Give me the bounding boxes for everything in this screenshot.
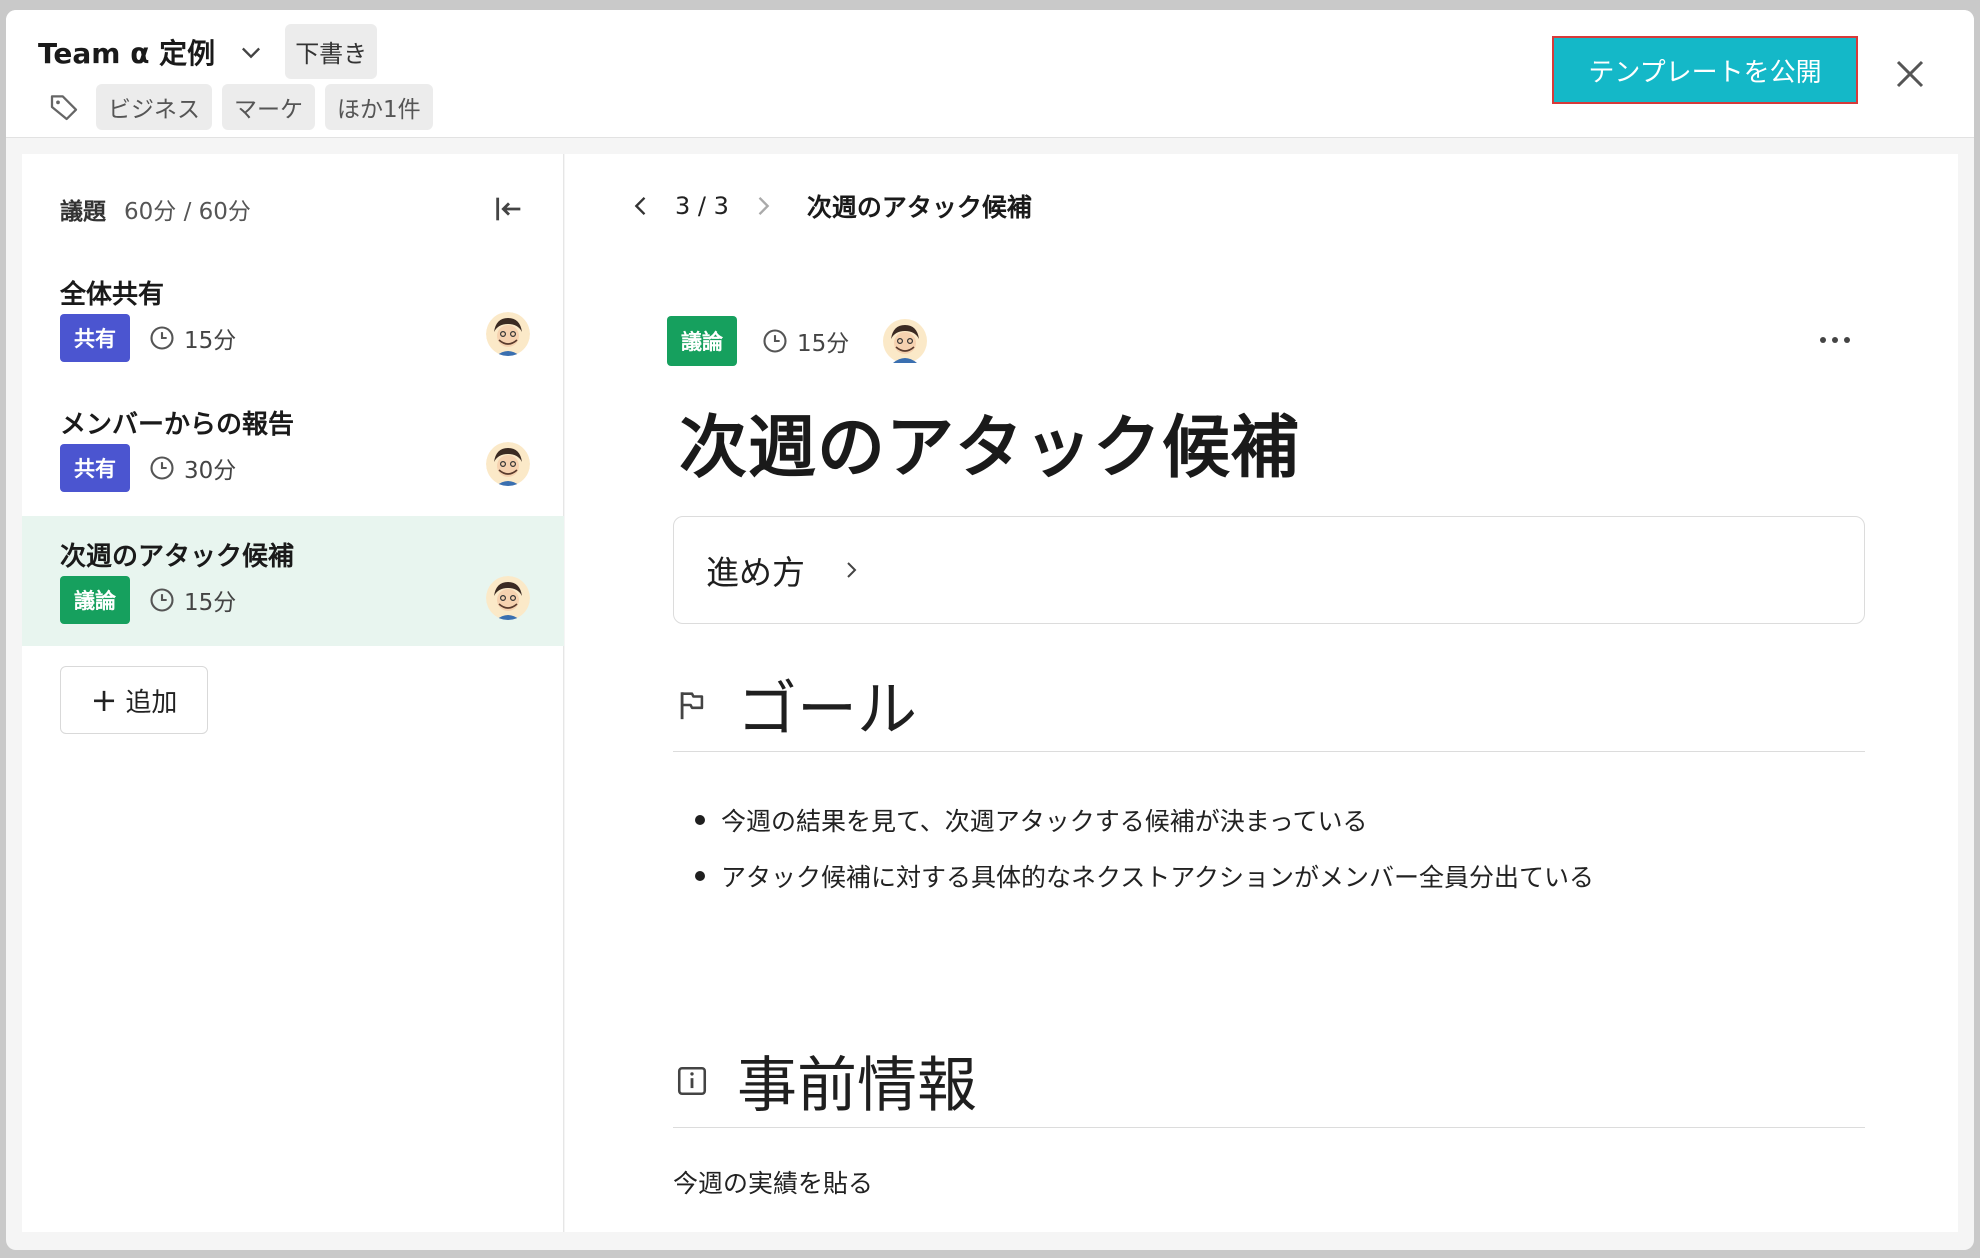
pager-title: 次週のアタック候補 xyxy=(806,193,1032,222)
pager-count: 3 / 3 xyxy=(675,192,729,220)
avatar[interactable] xyxy=(883,319,928,363)
publish-template-button[interactable]: テンプレートを公開 xyxy=(1552,36,1858,104)
agenda-item[interactable]: 全体共有 共有 15分 xyxy=(22,254,564,384)
clock-icon xyxy=(150,456,174,480)
avatar[interactable] xyxy=(486,576,530,620)
info-text[interactable]: 今週の実績を貼る xyxy=(673,1164,873,1200)
add-label: 追加 xyxy=(125,687,178,718)
collapse-left-icon[interactable] xyxy=(492,192,526,226)
tag-chip-more[interactable]: ほか1件 xyxy=(325,84,433,130)
agenda-item-time: 15分 xyxy=(184,590,237,616)
goal-section-header: ゴール xyxy=(673,658,1865,752)
agenda-item-meta: 議論 15分 xyxy=(60,576,236,624)
method-label: 進め方 xyxy=(706,553,805,592)
agenda-item-meta: 共有 30分 xyxy=(60,444,236,492)
avatar[interactable] xyxy=(486,442,530,486)
method-toggle[interactable]: 進め方 xyxy=(673,516,1865,624)
plus-icon: + xyxy=(90,681,118,719)
title-row: Team α 定例 下書き xyxy=(38,24,378,79)
agenda-label: 議題 xyxy=(60,199,106,225)
discuss-badge[interactable]: 議論 xyxy=(667,316,737,366)
topic-heading[interactable]: 次週のアタック候補 xyxy=(679,392,1300,491)
agenda-item-time: 30分 xyxy=(184,458,237,484)
agenda-header: 議題 60分 / 60分 xyxy=(60,192,251,226)
agenda-item[interactable]: メンバーからの報告 共有 30分 xyxy=(22,384,564,514)
agenda-sidebar: 議題 60分 / 60分 全体共有 共有 15分 メンバーからの報告 共有 30… xyxy=(22,154,564,1232)
clock-icon xyxy=(150,588,174,612)
list-item[interactable]: 今週の結果を見て、次週アタックする候補が決まっている xyxy=(695,792,1594,848)
goal-list: 今週の結果を見て、次週アタックする候補が決まっている アタック候補に対する具体的… xyxy=(695,792,1594,904)
clock-icon xyxy=(763,329,787,353)
share-badge: 共有 xyxy=(60,314,130,362)
agenda-item-title: メンバーからの報告 xyxy=(60,410,295,440)
chevron-left-icon[interactable] xyxy=(627,192,655,220)
more-icon[interactable] xyxy=(1815,332,1855,348)
agenda-duration: 60分 / 60分 xyxy=(124,199,251,225)
template-title[interactable]: Team α 定例 xyxy=(38,32,215,72)
info-icon xyxy=(677,1066,707,1095)
add-agenda-button[interactable]: + 追加 xyxy=(60,666,208,734)
agenda-item-meta: 共有 15分 xyxy=(60,314,236,362)
tags-row: ビジネス マーケ ほか1件 xyxy=(48,84,443,130)
agenda-item-active[interactable]: 次週のアタック候補 議論 15分 xyxy=(22,516,564,646)
topic-detail: 3 / 3 次週のアタック候補 議論 15分 次週のアタック候補 進め方 ゴール… xyxy=(565,154,1958,1232)
flag-icon xyxy=(680,691,704,719)
discuss-badge: 議論 xyxy=(60,576,130,624)
agenda-item-time: 15分 xyxy=(184,328,237,354)
info-title[interactable]: 事前情報 xyxy=(737,1037,977,1124)
chevron-down-icon[interactable] xyxy=(237,38,265,66)
status-chip: 下書き xyxy=(285,24,378,79)
modal-header: Team α 定例 下書き ビジネス マーケ ほか1件 テンプレートを公開 xyxy=(6,10,1974,138)
tag-icon[interactable] xyxy=(48,91,80,123)
info-section-header: 事前情報 xyxy=(673,1034,1865,1128)
agenda-item-title: 全体共有 xyxy=(60,280,165,310)
clock-icon xyxy=(150,326,174,350)
template-editor-modal: Team α 定例 下書き ビジネス マーケ ほか1件 テンプレートを公開 議題… xyxy=(6,10,1974,1250)
chevron-right-icon xyxy=(847,562,857,578)
topic-time[interactable]: 15分 xyxy=(797,324,849,358)
topic-meta: 議論 15分 xyxy=(667,316,928,366)
tag-chip[interactable]: マーケ xyxy=(222,84,315,130)
close-icon[interactable] xyxy=(1892,56,1928,92)
share-badge: 共有 xyxy=(60,444,130,492)
list-item[interactable]: アタック候補に対する具体的なネクストアクションがメンバー全員分出ている xyxy=(695,848,1594,904)
chevron-right-icon[interactable] xyxy=(749,192,777,220)
topic-pager: 3 / 3 次週のアタック候補 xyxy=(627,188,1032,224)
agenda-item-title: 次週のアタック候補 xyxy=(60,542,295,572)
goal-title[interactable]: ゴール xyxy=(737,661,917,748)
avatar[interactable] xyxy=(486,312,530,356)
tag-chip[interactable]: ビジネス xyxy=(96,84,212,130)
